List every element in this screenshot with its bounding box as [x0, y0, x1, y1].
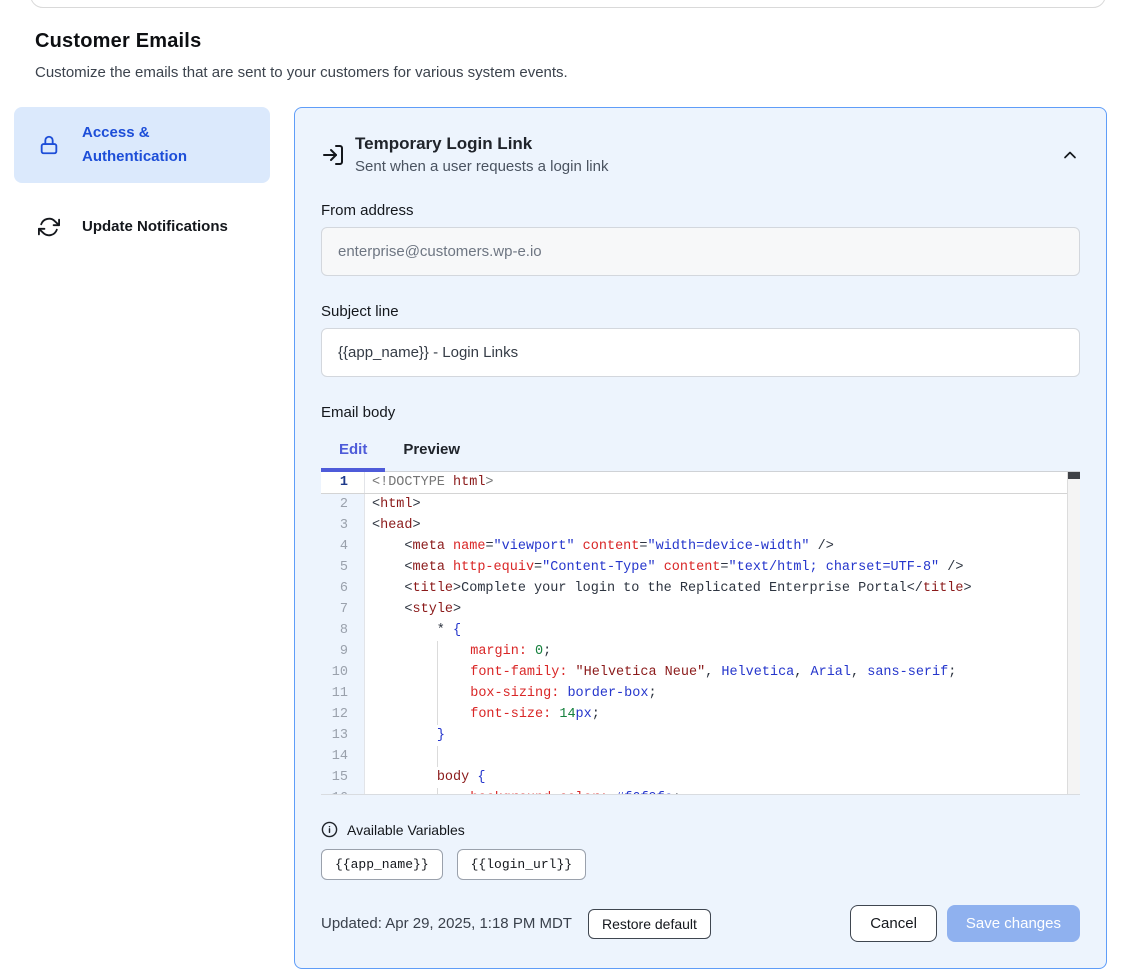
- page-title: Customer Emails: [35, 30, 1128, 53]
- code-line: 6 <title>Complete your login to the Repl…: [321, 578, 1080, 599]
- code-editor[interactable]: 1<!DOCTYPE html>2<html>3<head>4 <meta na…: [321, 471, 1080, 795]
- sidebar-item-label: Update Notifications: [82, 215, 228, 239]
- code-line: 4 <meta name="viewport" content="width=d…: [321, 536, 1080, 557]
- sidebar-item-update-notifications[interactable]: Update Notifications: [14, 201, 270, 253]
- editor-scrollbar-track[interactable]: [1067, 472, 1080, 794]
- variable-chip-login-url[interactable]: {{login_url}}: [457, 849, 586, 880]
- variable-chip-app-name[interactable]: {{app_name}}: [321, 849, 443, 880]
- code-line: 14: [321, 746, 1080, 767]
- email-settings-card: Temporary Login Link Sent when a user re…: [294, 107, 1107, 969]
- code-line: 10 font-family: "Helvetica Neue", Helvet…: [321, 662, 1080, 683]
- card-subtitle: Sent when a user requests a login link: [355, 158, 608, 175]
- subject-line-label: Subject line: [321, 303, 1080, 320]
- email-body-label: Email body: [321, 404, 1080, 421]
- sidebar-item-access-authentication[interactable]: Access & Authentication: [14, 107, 270, 183]
- subject-line-input[interactable]: [321, 328, 1080, 377]
- refresh-icon: [38, 216, 60, 238]
- chevron-up-icon[interactable]: [1060, 145, 1080, 165]
- available-variables-header: Available Variables: [321, 821, 1080, 838]
- log-in-icon: [321, 143, 345, 167]
- updated-timestamp: Updated: Apr 29, 2025, 1:18 PM MDT: [321, 915, 572, 932]
- code-line: 15 body {: [321, 767, 1080, 788]
- code-line: 9 margin: 0;: [321, 641, 1080, 662]
- code-line: 11 box-sizing: border-box;: [321, 683, 1080, 704]
- sidebar: Access & Authentication Update Notificat…: [14, 107, 270, 253]
- lock-icon: [38, 134, 60, 156]
- tab-edit[interactable]: Edit: [321, 429, 385, 471]
- card-footer: Updated: Apr 29, 2025, 1:18 PM MDT Resto…: [321, 905, 1080, 942]
- from-address-input: [321, 227, 1080, 276]
- code-line: 5 <meta http-equiv="Content-Type" conten…: [321, 557, 1080, 578]
- variable-chips: {{app_name}} {{login_url}}: [321, 849, 1080, 880]
- code-line: 2<html>: [321, 494, 1080, 515]
- editor-scrollbar-thumb[interactable]: [1068, 472, 1080, 479]
- code-line: 1<!DOCTYPE html>: [321, 472, 1080, 494]
- info-icon: [321, 821, 338, 838]
- card-titles: Temporary Login Link Sent when a user re…: [355, 134, 608, 175]
- save-changes-button[interactable]: Save changes: [947, 905, 1080, 942]
- tab-preview[interactable]: Preview: [385, 429, 478, 471]
- code-line: 12 font-size: 14px;: [321, 704, 1080, 725]
- content: Access & Authentication Update Notificat…: [0, 107, 1128, 969]
- available-variables-label: Available Variables: [347, 822, 465, 838]
- page-header: Customer Emails Customize the emails tha…: [0, 0, 1128, 81]
- restore-default-button[interactable]: Restore default: [588, 909, 711, 939]
- cancel-button[interactable]: Cancel: [850, 905, 937, 942]
- code-line: 8 * {: [321, 620, 1080, 641]
- code-line: 3<head>: [321, 515, 1080, 536]
- code-line: 7 <style>: [321, 599, 1080, 620]
- page-subtitle: Customize the emails that are sent to yo…: [35, 64, 1128, 81]
- previous-card-bottom-edge: [30, 0, 1106, 8]
- card-header: Temporary Login Link Sent when a user re…: [321, 134, 1080, 175]
- code-lines: 1<!DOCTYPE html>2<html>3<head>4 <meta na…: [321, 472, 1080, 795]
- card-title: Temporary Login Link: [355, 134, 608, 154]
- code-line: 13 }: [321, 725, 1080, 746]
- code-line: 16 background-color: #f6f9fc;: [321, 788, 1080, 795]
- email-body-tabs: Edit Preview: [321, 429, 1080, 471]
- sidebar-item-label: Access & Authentication: [82, 121, 254, 169]
- from-address-label: From address: [321, 202, 1080, 219]
